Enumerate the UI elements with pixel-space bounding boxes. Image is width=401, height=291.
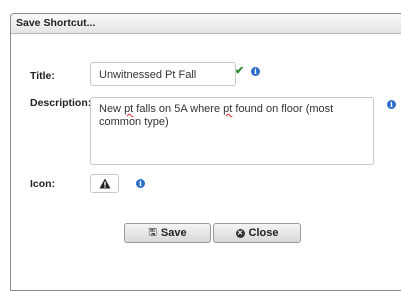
close-button-label: Close [248,227,279,239]
title-label: Title: [30,70,55,82]
close-button[interactable]: ✕ Close [213,223,301,243]
icon-info-icon[interactable]: i [136,179,145,188]
title-info-icon[interactable]: i [251,67,260,76]
save-button-label: Save [160,227,187,239]
description-label: Description: [30,97,92,109]
description-textarea[interactable]: New pt falls on 5A where pt found on flo… [90,97,374,165]
title-input[interactable]: Unwitnessed Pt Fall [90,62,236,86]
icon-label: Icon: [30,178,56,190]
save-shortcut-dialog: Save Shortcut... Title: Unwitnessed Pt F… [10,13,401,291]
description-info-icon[interactable]: i [387,100,396,109]
title-input-value: Unwitnessed Pt Fall [99,69,197,81]
valid-check-icon: ✔ [235,65,245,77]
close-icon: ✕ [235,228,245,238]
spelling-error: pt [124,103,134,115]
description-text: New [99,103,125,115]
icon-picker-button[interactable] [90,174,119,193]
description-text: falls on 5A where [133,103,224,115]
floppy-disk-icon: 🖫 [148,226,157,238]
dialog-title[interactable]: Save Shortcut... [11,14,401,34]
spelling-error: pt [223,103,233,115]
warning-icon [99,178,110,189]
save-button[interactable]: 🖫 Save [124,223,211,243]
